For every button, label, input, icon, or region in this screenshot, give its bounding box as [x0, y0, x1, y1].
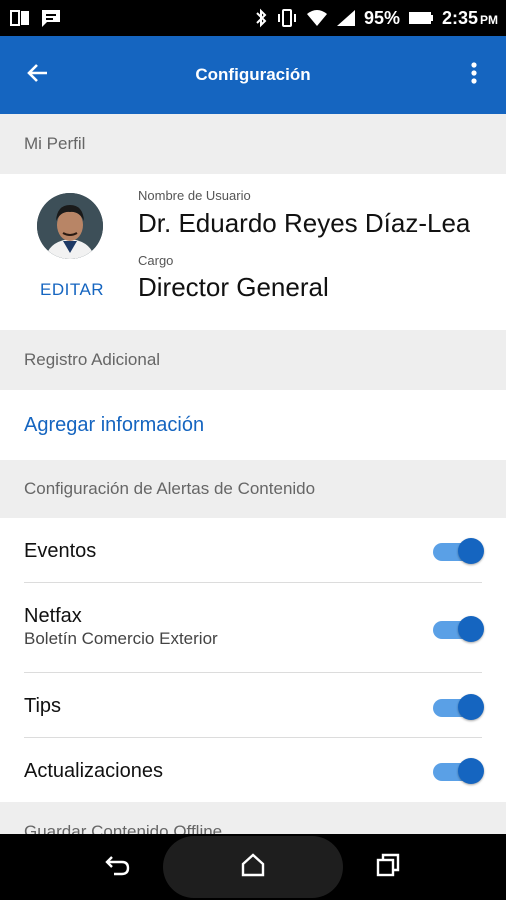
- section-header-profile-label: Mi Perfil: [24, 134, 86, 153]
- username-label: Nombre de Usuario: [138, 188, 251, 203]
- toggle-tips[interactable]: [433, 692, 485, 722]
- status-bar: 95% 2:35 PM: [0, 0, 506, 36]
- back-nav-icon: [104, 853, 132, 882]
- home-nav-icon: [240, 852, 266, 883]
- arrow-back-icon: [25, 60, 51, 91]
- section-header-alerts: Configuración de Alertas de Contenido: [0, 460, 506, 518]
- alert-title: Eventos: [24, 540, 97, 562]
- alert-title: Actualizaciones: [24, 760, 163, 782]
- position-label: Cargo: [138, 253, 174, 268]
- section-header-offline-label: Guardar Contenido Offline: [24, 822, 223, 834]
- toggle-netfax[interactable]: [433, 614, 485, 644]
- alert-row-netfax[interactable]: Netfax Boletín Comercio Exterior: [0, 583, 506, 673]
- clock-ampm: PM: [480, 12, 498, 27]
- section-header-extra-label: Registro Adicional: [24, 350, 161, 369]
- nav-home-button[interactable]: [223, 836, 283, 898]
- position-value: Director General: [138, 272, 329, 302]
- nav-back-button[interactable]: [88, 836, 148, 898]
- clock: 2:35 PM: [442, 8, 498, 29]
- alert-row-tips[interactable]: Tips: [0, 673, 506, 738]
- username-value: Dr. Eduardo Reyes Díaz-Leal: [138, 208, 470, 238]
- toggle-thumb: [458, 758, 484, 784]
- signal-icon: [336, 9, 356, 27]
- section-header-alerts-label: Configuración de Alertas de Contenido: [24, 479, 316, 498]
- bluetooth-icon: [254, 8, 268, 28]
- battery-icon: [408, 11, 434, 25]
- section-header-offline: Guardar Contenido Offline: [0, 802, 506, 834]
- nav-recents-button[interactable]: [358, 836, 418, 898]
- toggle-thumb: [458, 538, 484, 564]
- app-bar: Configuración: [0, 36, 506, 114]
- profile-card: Nombre de Usuario Dr. Eduardo Reyes Díaz…: [0, 174, 506, 330]
- clock-time: 2:35: [441, 7, 478, 28]
- wifi-icon: [306, 9, 328, 27]
- battery-percent: 95%: [363, 7, 400, 28]
- alert-title: Netfax: [24, 605, 82, 627]
- add-info-link[interactable]: Agregar información: [24, 414, 204, 437]
- alert-row-eventos[interactable]: Eventos: [0, 518, 506, 583]
- avatar[interactable]: [37, 193, 103, 259]
- alert-row-actualizaciones[interactable]: Actualizaciones: [0, 738, 506, 802]
- message-icon: [40, 8, 62, 28]
- more-options-button[interactable]: [452, 36, 496, 114]
- section-header-extra: Registro Adicional: [0, 330, 506, 390]
- alert-title: Tips: [24, 695, 62, 717]
- recents-nav-icon: [375, 852, 401, 883]
- vibrate-icon: [276, 8, 298, 28]
- edit-profile-button[interactable]: EDITAR: [40, 280, 104, 300]
- add-info-row[interactable]: Agregar información: [0, 390, 506, 460]
- notification-icon: [10, 9, 32, 27]
- toggle-thumb: [458, 616, 484, 642]
- more-vert-icon: [470, 61, 478, 90]
- section-header-profile: Mi Perfil: [0, 114, 506, 174]
- toggle-eventos[interactable]: [433, 536, 485, 566]
- toggle-thumb: [458, 694, 484, 720]
- alert-subtitle: Boletín Comercio Exterior: [24, 629, 218, 648]
- back-button[interactable]: [0, 36, 76, 114]
- toggle-actualizaciones[interactable]: [433, 756, 485, 786]
